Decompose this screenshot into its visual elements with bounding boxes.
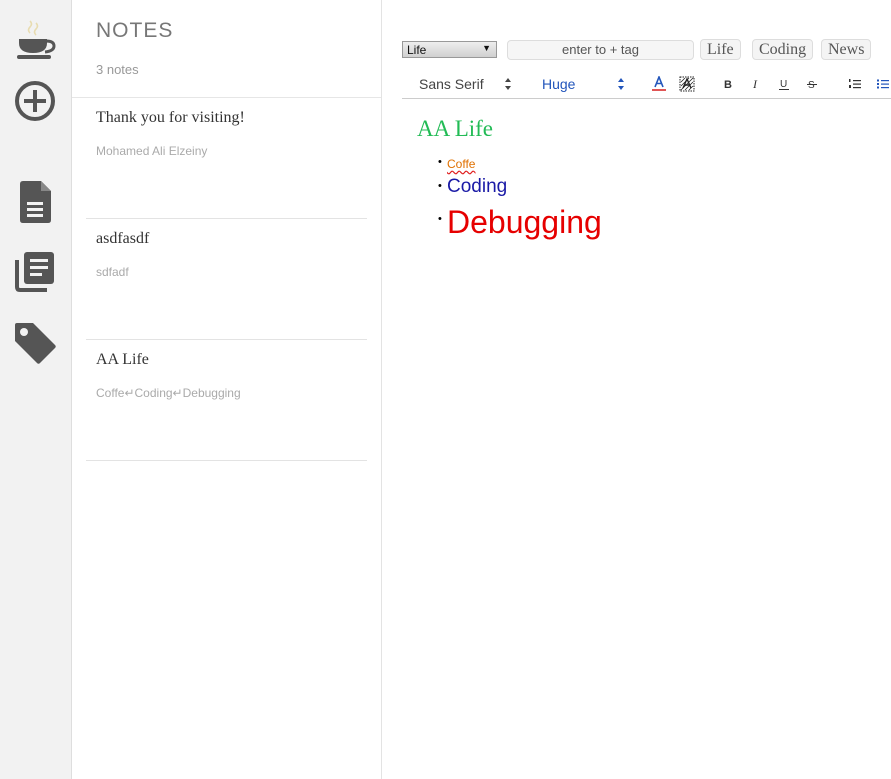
tag-chip-news[interactable]: News: [821, 39, 872, 60]
editor-toolbar: Sans Serif Huge B I U S: [402, 70, 891, 99]
font-picker-label: Sans Serif: [419, 76, 484, 92]
svg-text:B: B: [724, 79, 732, 91]
ordered-list-icon[interactable]: [847, 76, 863, 92]
note-list-item[interactable]: AA Life Coffe↵Coding↵Debugging: [86, 340, 367, 461]
note-list-item[interactable]: Thank you for visiting! Mohamed Ali Elze…: [86, 98, 367, 219]
tag-icon[interactable]: [12, 320, 58, 366]
notebook-select[interactable]: Life ▼: [402, 41, 497, 58]
strikethrough-icon[interactable]: S: [804, 76, 820, 92]
coffee-cup-icon[interactable]: [12, 18, 58, 64]
notebooks-icon[interactable]: [12, 248, 58, 294]
bullet-list-icon[interactable]: [875, 76, 891, 92]
size-picker[interactable]: Huge: [542, 75, 625, 93]
italic-icon[interactable]: I: [748, 76, 764, 92]
plus-circle-icon[interactable]: [12, 78, 58, 124]
list-item[interactable]: Coding: [438, 173, 602, 200]
updown-arrows-icon: [505, 78, 511, 90]
list-item[interactable]: Debugging: [438, 197, 602, 244]
text-color-icon[interactable]: [651, 76, 667, 92]
notebook-select-value: Life: [407, 43, 427, 57]
tag-chip-coding[interactable]: Coding: [752, 39, 814, 60]
font-picker[interactable]: Sans Serif: [419, 75, 512, 93]
notes-title: NOTES: [96, 19, 174, 42]
tag-input[interactable]: enter to + tag: [507, 40, 694, 60]
note-preview: Coffe↵Coding↵Debugging: [96, 386, 241, 400]
bullet-list: Coffe Coding Debugging: [438, 152, 602, 244]
background-color-icon[interactable]: [679, 76, 695, 92]
svg-text:I: I: [752, 77, 758, 91]
document-icon[interactable]: [12, 179, 58, 225]
svg-text:U: U: [780, 79, 787, 90]
size-picker-label: Huge: [542, 76, 576, 92]
notes-panel: NOTES 3 notes Thank you for visiting! Mo…: [72, 0, 382, 779]
underline-icon[interactable]: U: [776, 76, 792, 92]
app-sidebar: [0, 0, 72, 779]
note-preview: sdfadf: [96, 265, 129, 279]
note-list-item[interactable]: asdfasdf sdfadf: [86, 219, 367, 340]
note-editor: Life ▼ enter to + tag Life Coding News S…: [383, 0, 891, 779]
note-title: asdfasdf: [96, 230, 150, 247]
note-preview: Mohamed Ali Elzeiny: [96, 144, 208, 158]
note-title: Thank you for visiting!: [96, 109, 245, 126]
note-heading[interactable]: AA Life: [417, 112, 493, 146]
dropdown-arrow-icon: ▼: [482, 43, 491, 53]
updown-arrows-icon: [618, 78, 624, 90]
note-title: AA Life: [96, 351, 149, 368]
editor-content[interactable]: AA Life Coffe Coding Debugging: [417, 112, 602, 241]
bold-icon[interactable]: B: [720, 76, 736, 92]
list-item[interactable]: Coffe: [438, 152, 602, 174]
tag-chip-life[interactable]: Life: [700, 39, 741, 60]
notes-count: 3 notes: [96, 62, 139, 77]
svg-text:S: S: [808, 80, 815, 91]
